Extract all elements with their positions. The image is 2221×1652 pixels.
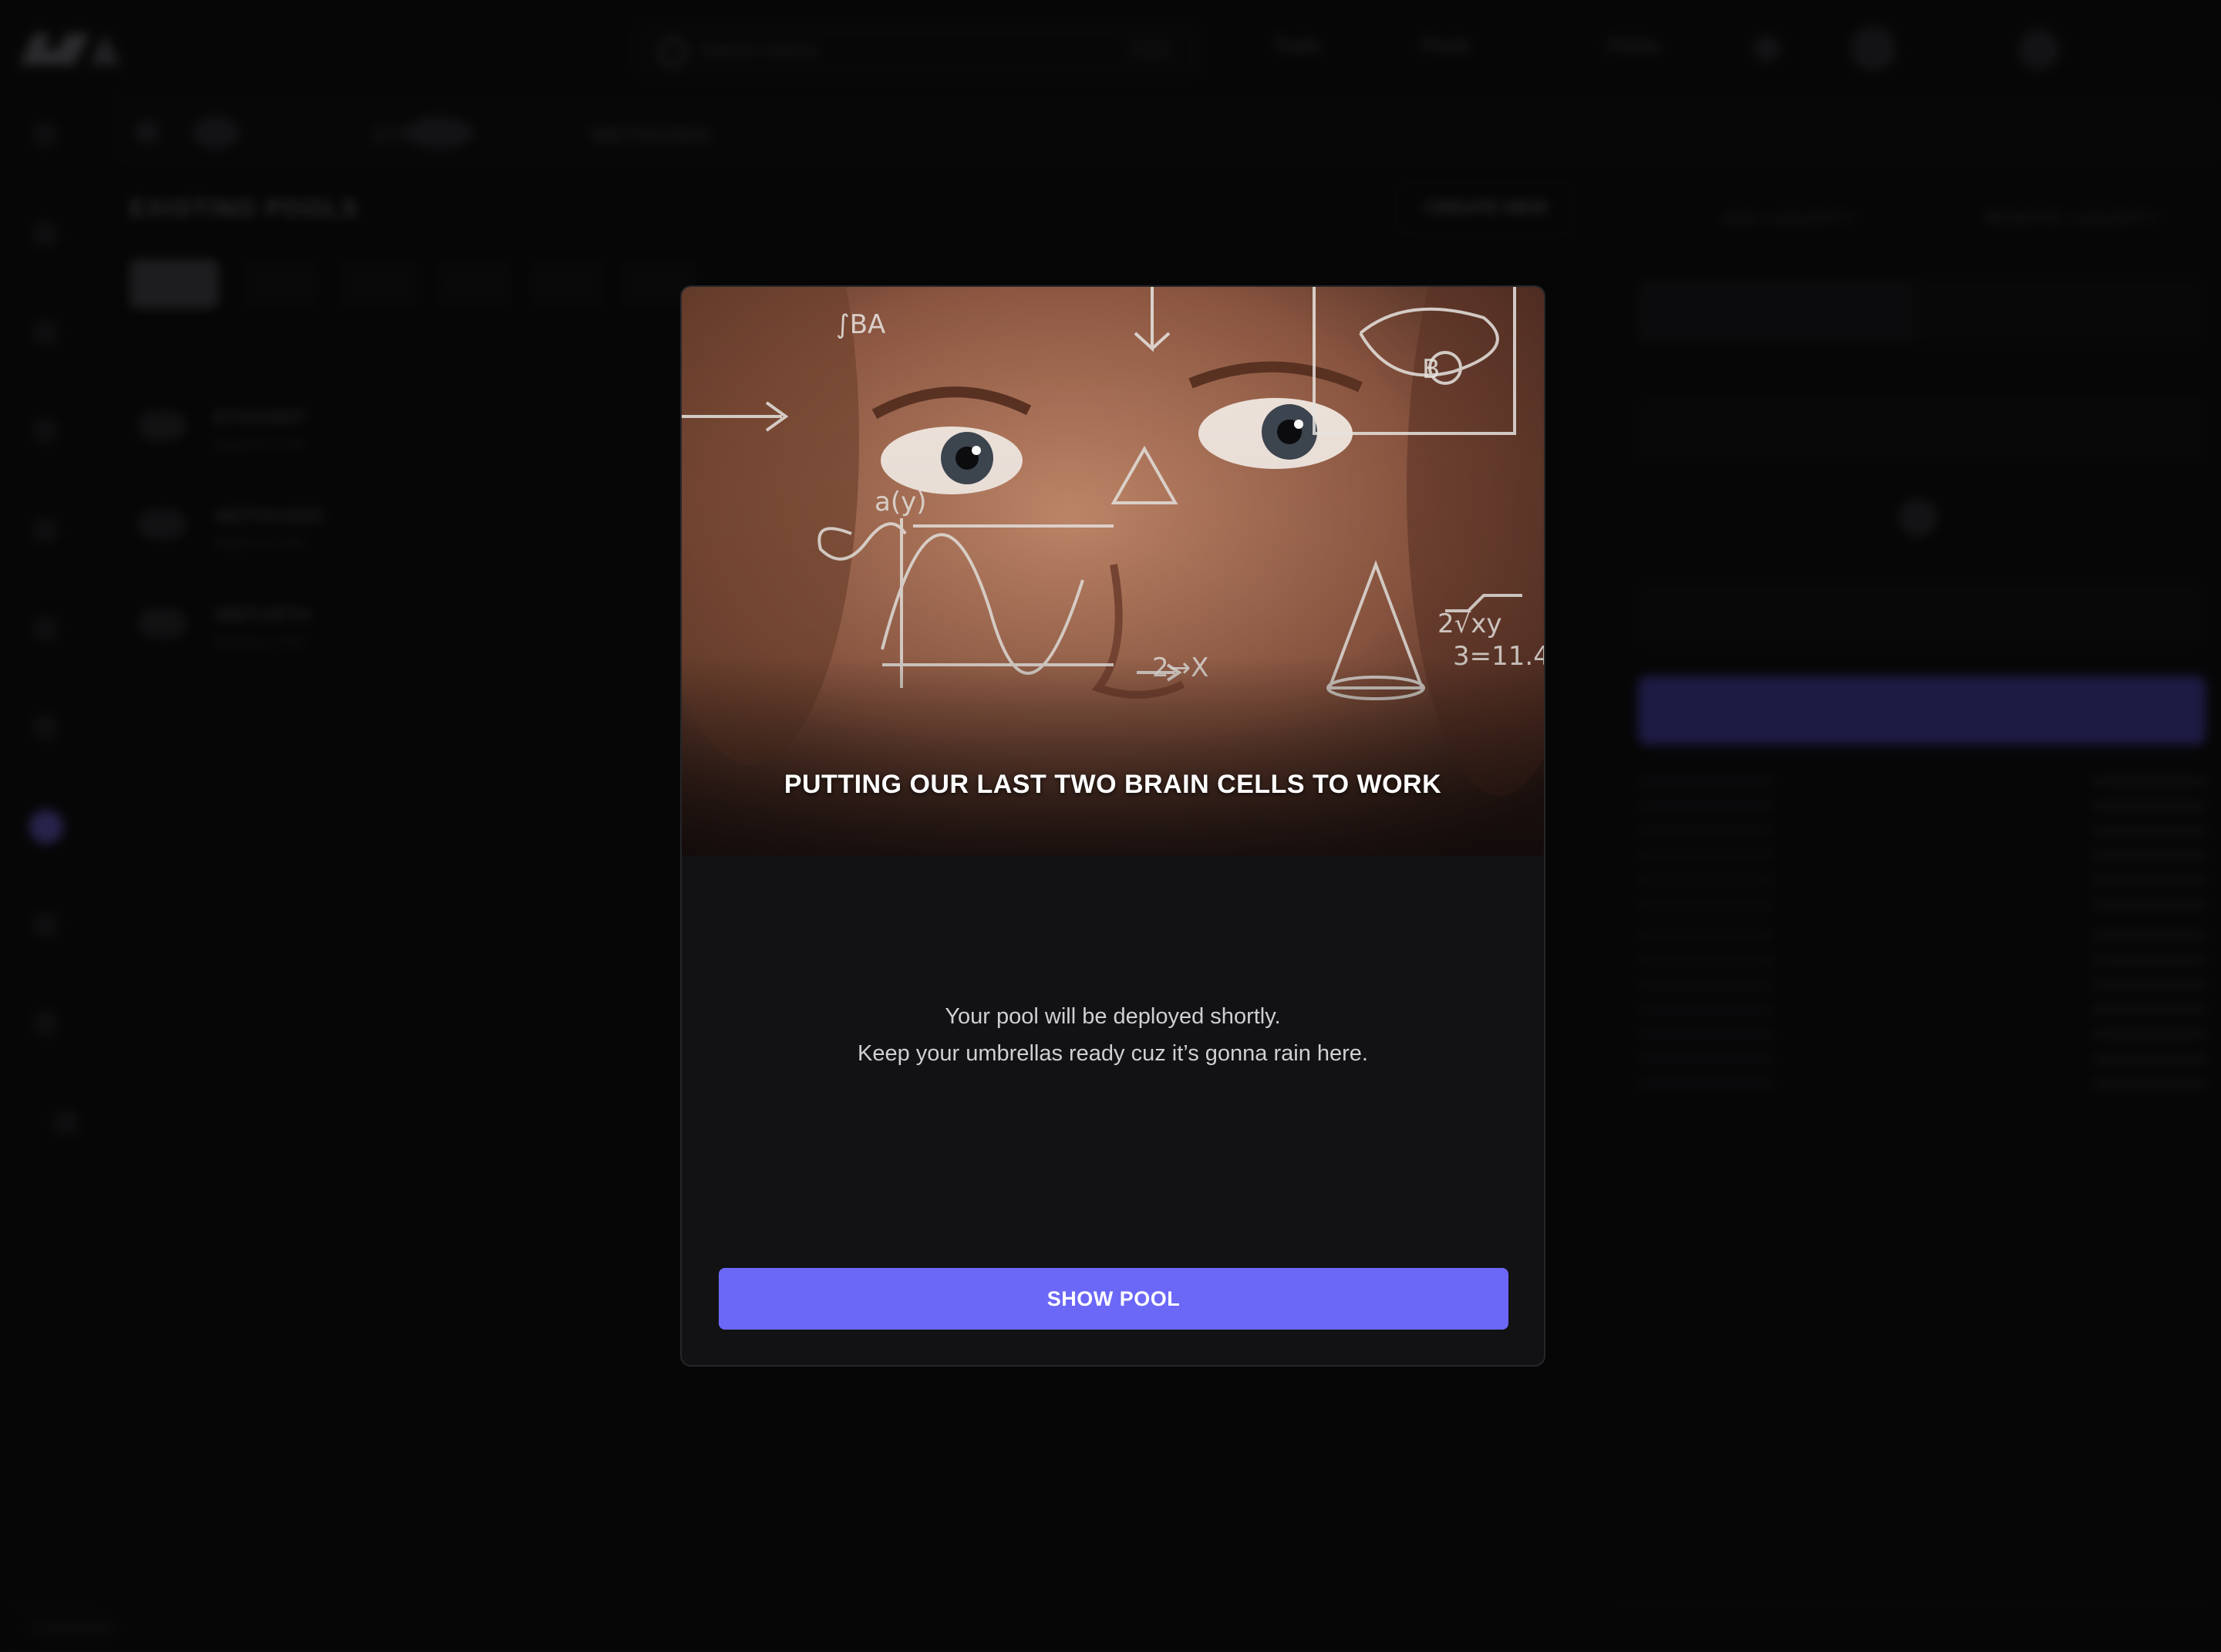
meme-gif: 2→X 3=11.4 a(y) 2√xy B ∫BA PUTTING OUR L… — [682, 287, 1544, 856]
deploy-message-line-2: Keep your umbrellas ready cuz it’s gonna… — [857, 1041, 1368, 1066]
deploy-pool-modal: 2→X 3=11.4 a(y) 2√xy B ∫BA PUTTING OUR L… — [680, 285, 1545, 1367]
show-pool-button[interactable]: SHOW POOL — [719, 1268, 1508, 1330]
deploy-message-line-1: Your pool will be deployed shortly. — [945, 1004, 1281, 1029]
gif-caption: PUTTING OUR LAST TWO BRAIN CELLS TO WORK — [784, 770, 1442, 799]
